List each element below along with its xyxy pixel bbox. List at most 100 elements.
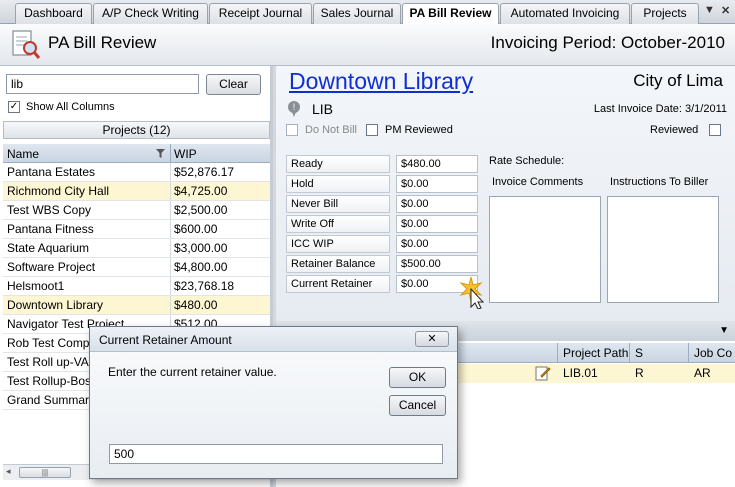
field-label: Current Retainer — [286, 275, 390, 293]
column-project-path[interactable]: Project Path — [563, 346, 628, 360]
project-wip-cell: $3,000.00 — [174, 241, 228, 255]
ok-button[interactable]: OK — [389, 367, 446, 388]
filter-icon[interactable] — [155, 148, 166, 162]
field-value[interactable]: $0.00 — [396, 215, 478, 233]
magnifier-document-icon — [10, 29, 42, 61]
tab-sales-journal[interactable]: Sales Journal — [313, 3, 401, 24]
table-row[interactable]: Helsmoot1 $23,768.18 — [3, 277, 270, 296]
field-value[interactable]: $0.00 — [396, 235, 478, 253]
table-row[interactable]: Downtown Library $480.00 — [3, 296, 270, 315]
field-label: Write Off — [286, 215, 390, 233]
projects-header: Projects (12) — [3, 121, 270, 139]
table-row[interactable]: Test WBS Copy $2,500.00 — [3, 201, 270, 220]
dialog-prompt: Enter the current retainer value. — [108, 365, 277, 379]
column-header: Name WIP — [3, 144, 270, 163]
table-row[interactable]: Richmond City Hall $4,725.00 — [3, 182, 270, 201]
page-title: PA Bill Review — [48, 33, 157, 52]
field-label: Never Bill — [286, 195, 390, 213]
tab-projects[interactable]: Projects — [631, 3, 699, 24]
project-wip-cell: $2,500.00 — [174, 203, 228, 217]
client-name: City of Lima — [633, 71, 723, 90]
search-input[interactable] — [6, 74, 199, 94]
pm-reviewed-label: PM Reviewed — [385, 124, 453, 136]
tab-receipt-journal[interactable]: Receipt Journal — [209, 3, 312, 24]
project-wip-cell: $480.00 — [174, 298, 218, 312]
scroll-thumb[interactable]: ||| — [19, 467, 71, 478]
project-name-cell: Pantana Fitness — [7, 222, 94, 236]
dialog-title: Current Retainer Amount — [99, 333, 232, 347]
project-name-cell: Richmond City Hall — [7, 184, 110, 198]
invoice-comments-label: Invoice Comments — [492, 176, 584, 188]
close-tab-icon[interactable]: ✕ — [721, 4, 730, 17]
instructions-label: Instructions To Biller — [610, 176, 709, 188]
do-not-bill-label: Do Not Bill — [305, 124, 357, 136]
table-row[interactable]: Pantana Estates $52,876.17 — [3, 163, 270, 182]
project-code: LIB — [312, 101, 334, 117]
s-cell: R — [635, 366, 644, 380]
project-name-cell: Software Project — [7, 260, 96, 274]
table-row[interactable]: LIB.01 R AR — [456, 364, 735, 383]
title-bar: PA Bill Review Invoicing Period: October… — [0, 24, 735, 66]
retainer-value-input[interactable] — [109, 444, 443, 464]
reviewed-label: Reviewed — [650, 124, 699, 136]
project-name-cell: Downtown Library — [7, 298, 104, 312]
chevron-down-icon[interactable]: ▼ — [719, 325, 729, 336]
pm-reviewed-checkbox[interactable] — [366, 124, 378, 136]
column-wip[interactable]: WIP — [174, 147, 197, 161]
rate-schedule-label: Rate Schedule: — [489, 155, 565, 167]
rate-schedule-field[interactable] — [566, 151, 721, 171]
field-value[interactable]: $0.00 — [396, 195, 478, 213]
invoice-comments-box[interactable] — [489, 196, 601, 303]
comment-bubble-icon: ! — [286, 100, 302, 121]
field-label: Ready — [286, 155, 390, 173]
table-row[interactable]: Software Project $4,800.00 — [3, 258, 270, 277]
project-wip-cell: $4,725.00 — [174, 184, 228, 198]
project-wip-cell: $4,800.00 — [174, 260, 228, 274]
project-name-cell: State Aquarium — [7, 241, 90, 255]
dialog-close-button[interactable]: ✕ — [415, 331, 449, 347]
column-name[interactable]: Name — [7, 147, 39, 161]
column-s[interactable]: S — [635, 346, 643, 360]
dialog-title-bar[interactable]: Current Retainer Amount ✕ — [90, 327, 457, 352]
project-name-cell: Pantana Estates — [7, 165, 96, 179]
job-code-cell: AR — [694, 366, 711, 380]
invoicing-period: Invoicing Period: October-2010 — [490, 33, 725, 52]
project-wip-cell: $52,876.17 — [174, 165, 235, 179]
tab-ap-check-writing[interactable]: A/P Check Writing — [93, 3, 208, 24]
tab-dashboard[interactable]: Dashboard — [15, 3, 92, 24]
table-row[interactable]: Pantana Fitness $600.00 — [3, 220, 270, 239]
project-name-cell: Helsmoot1 — [7, 279, 65, 293]
instructions-box[interactable] — [607, 196, 719, 303]
grid-header: Project Path S Job Co — [456, 343, 735, 363]
edit-sparkle-icon[interactable] — [459, 275, 493, 312]
project-detail-pane: Downtown Library City of Lima ! LIB Last… — [276, 66, 735, 321]
field-label: Hold — [286, 175, 390, 193]
field-label: ICC WIP — [286, 235, 390, 253]
field-value[interactable]: $0.00 — [396, 175, 478, 193]
clear-button[interactable]: Clear — [206, 74, 261, 95]
field-value[interactable]: $500.00 — [396, 255, 478, 273]
project-wip-cell: $23,768.18 — [174, 279, 235, 293]
svg-text:!: ! — [293, 102, 296, 112]
do-not-bill-checkbox[interactable] — [286, 124, 298, 136]
tab-bar: Dashboard A/P Check Writing Receipt Jour… — [0, 0, 735, 25]
last-invoice-date: Last Invoice Date: 3/1/2011 — [593, 103, 727, 115]
show-all-columns-label: Show All Columns — [26, 101, 115, 113]
current-retainer-dialog: Current Retainer Amount ✕ Enter the curr… — [89, 326, 458, 479]
table-row[interactable]: State Aquarium $3,000.00 — [3, 239, 270, 258]
project-wip-cell: $600.00 — [174, 222, 218, 236]
edit-note-icon[interactable] — [535, 365, 551, 386]
project-title-link[interactable]: Downtown Library — [289, 68, 473, 95]
reviewed-checkbox[interactable] — [709, 124, 721, 136]
field-label: Retainer Balance — [286, 255, 390, 273]
field-value[interactable]: $480.00 — [396, 155, 478, 173]
project-name-cell: Test WBS Copy — [7, 203, 92, 217]
cancel-button[interactable]: Cancel — [389, 395, 446, 416]
tab-list-dropdown-icon[interactable]: ▼ — [704, 4, 715, 16]
show-all-columns-checkbox[interactable]: ✓ — [8, 101, 20, 113]
tab-automated-invoicing[interactable]: Automated Invoicing — [500, 3, 630, 24]
column-job-code[interactable]: Job Co — [694, 346, 732, 360]
scroll-left-icon[interactable]: ◂ — [6, 466, 11, 477]
project-path-cell: LIB.01 — [563, 366, 598, 380]
tab-pa-bill-review[interactable]: PA Bill Review — [402, 3, 499, 25]
